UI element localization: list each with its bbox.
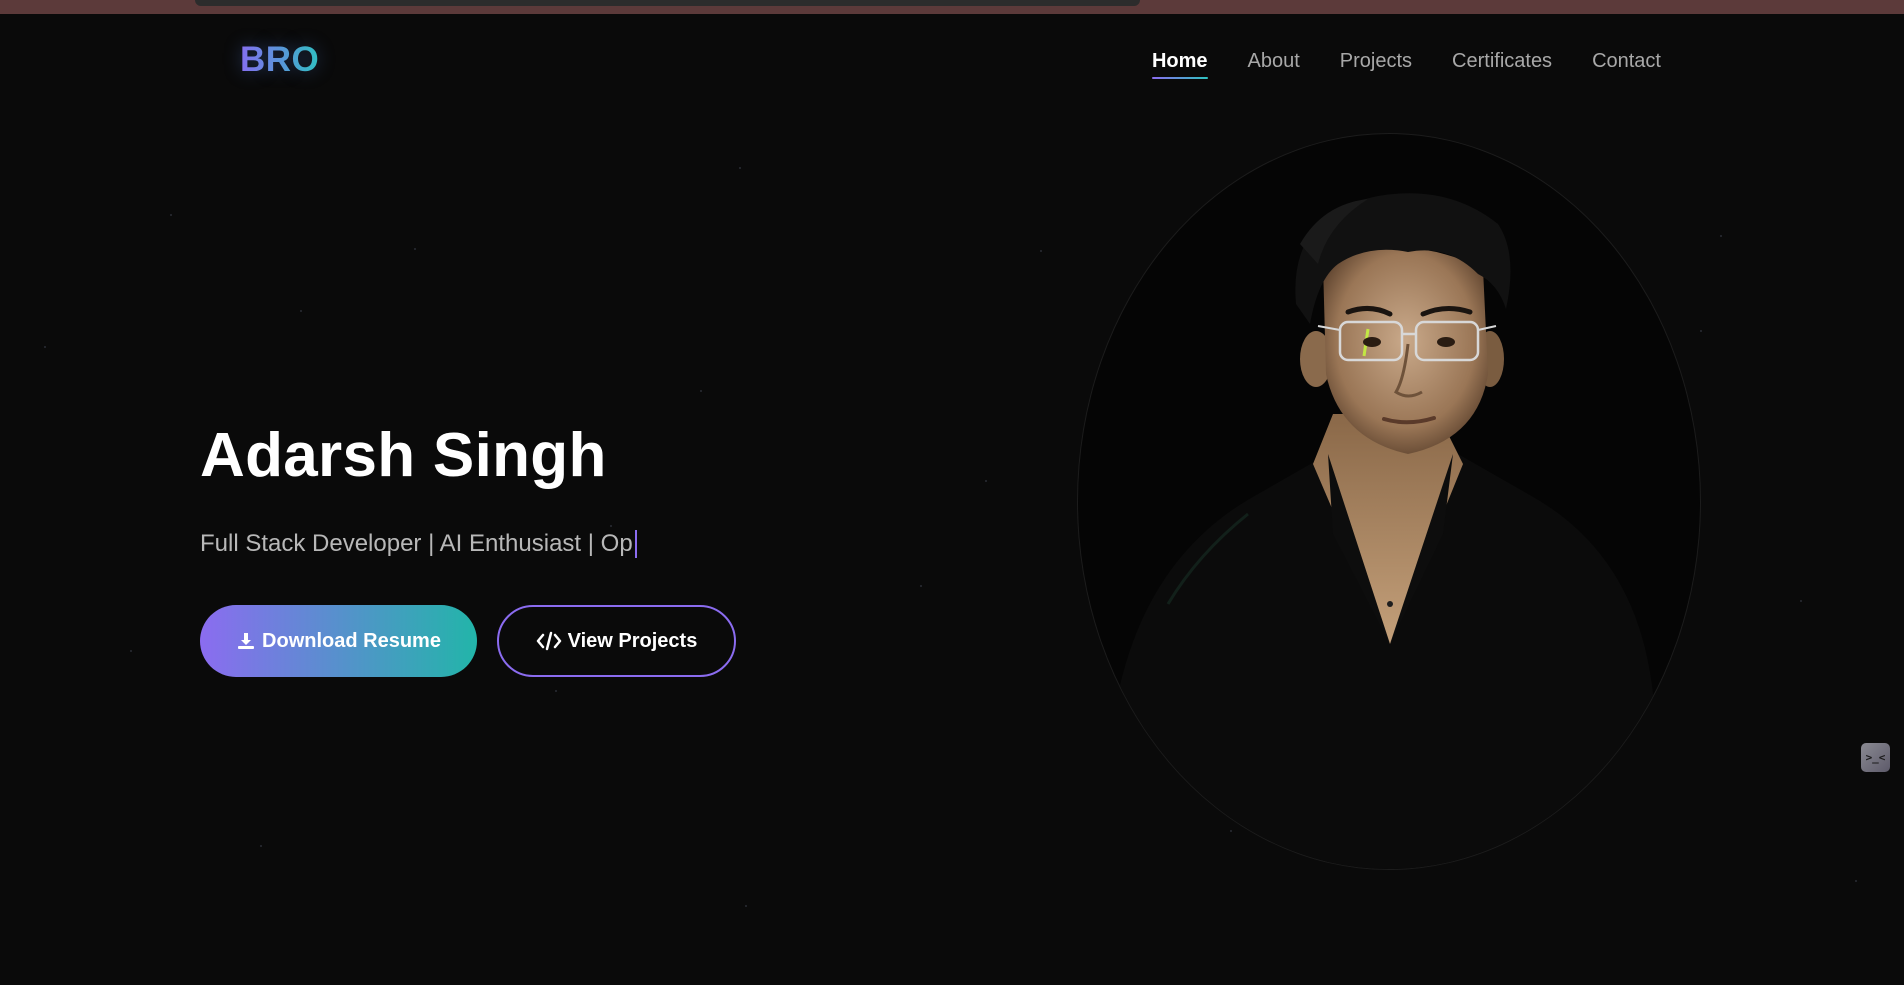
download-resume-button[interactable]: Download Resume xyxy=(200,605,477,677)
download-resume-label: Download Resume xyxy=(262,629,441,652)
view-projects-button[interactable]: View Projects xyxy=(497,605,736,677)
nav-item-home[interactable]: Home xyxy=(1151,50,1208,79)
page: BRO Home About Projects Certificates Con… xyxy=(0,0,1904,985)
portrait-illustration xyxy=(1108,193,1663,869)
widget-face-icon: >_< xyxy=(1865,751,1886,764)
hero-name: Adarsh Singh xyxy=(200,421,607,490)
brand-logo[interactable]: BRO xyxy=(240,40,319,80)
browser-tab-strip xyxy=(195,0,1140,6)
code-icon xyxy=(536,631,562,651)
typing-cursor xyxy=(634,530,637,558)
hero-subtitle-text: Full Stack Developer | AI Enthusiast | O… xyxy=(200,530,633,557)
floating-widget-button[interactable]: >_< xyxy=(1861,743,1890,772)
download-icon xyxy=(236,631,256,651)
view-projects-label: View Projects xyxy=(567,629,698,652)
main-nav: Home About Projects Certificates Contact xyxy=(1151,50,1661,79)
nav-item-certificates[interactable]: Certificates xyxy=(1452,50,1552,79)
nav-item-contact[interactable]: Contact xyxy=(1592,50,1661,79)
profile-portrait xyxy=(1077,133,1701,870)
nav-item-projects[interactable]: Projects xyxy=(1340,50,1412,79)
browser-top-strip xyxy=(0,0,1904,14)
nav-item-about[interactable]: About xyxy=(1248,50,1300,79)
hero-subtitle: Full Stack Developer | AI Enthusiast | O… xyxy=(200,530,637,558)
